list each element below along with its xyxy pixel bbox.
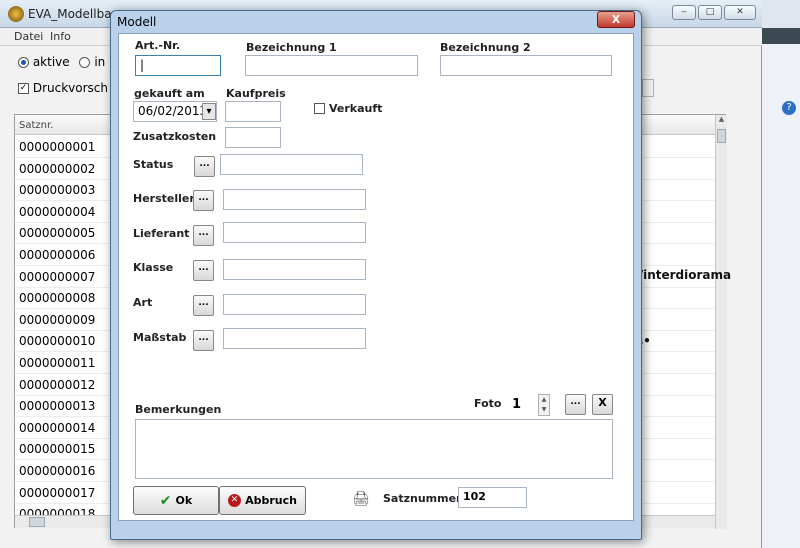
ok-button-label: Ok [175, 494, 193, 507]
ok-button[interactable]: ✔ Ok [133, 486, 219, 515]
cancel-button[interactable]: ✕ Abbruch [219, 486, 306, 515]
menu-info[interactable]: Info [50, 30, 71, 43]
art-nr-input[interactable]: | [135, 55, 221, 76]
status-lookup-button[interactable]: ... [194, 156, 215, 177]
lieferant-input[interactable] [223, 222, 366, 243]
maximize-button[interactable]: □ [698, 5, 722, 20]
app-icon [8, 6, 24, 22]
lieferant-lookup-button[interactable]: ... [193, 225, 214, 246]
radio-aktive[interactable] [18, 57, 29, 68]
menu-datei[interactable]: Datei [14, 30, 43, 43]
print-preview-checkbox[interactable]: ✓ [18, 83, 29, 94]
label-bezeichnung-2: Bezeichnung 2 [440, 41, 531, 54]
foto-browse-button[interactable]: ... [565, 394, 586, 415]
label-bezeichnung-1: Bezeichnung 1 [246, 41, 337, 54]
label-massstab: Maßstab [133, 331, 187, 344]
status-input[interactable] [220, 154, 363, 175]
klasse-lookup-button[interactable]: ... [193, 260, 214, 281]
bezeichnung-1-input[interactable] [245, 55, 418, 76]
filter-radio-group: aktive in [18, 55, 105, 69]
dialog-title: Modell [117, 15, 157, 29]
satznummer-field: 102 [458, 487, 527, 508]
cancel-icon: ✕ [228, 494, 242, 507]
background-window-edge [762, 44, 800, 548]
horizontal-scroll-thumb[interactable] [29, 517, 45, 527]
massstab-lookup-button[interactable]: ... [193, 330, 214, 351]
close-main-button[interactable]: ✕ [724, 5, 756, 20]
label-bemerkungen: Bemerkungen [135, 403, 222, 416]
label-foto: Foto [474, 397, 502, 410]
dialog-close-button[interactable]: X [597, 11, 635, 28]
label-lieferant: Lieferant [133, 227, 190, 240]
art-input[interactable] [223, 294, 366, 315]
bezeichnung-2-input[interactable] [440, 55, 612, 76]
chevron-down-icon[interactable]: ▾ [202, 103, 216, 120]
label-art: Art [133, 296, 153, 309]
cancel-button-label: Abbruch [245, 494, 297, 507]
label-verkauft: Verkauft [329, 102, 383, 115]
foto-number-input[interactable]: 1 [507, 394, 537, 415]
hersteller-lookup-button[interactable]: ... [193, 190, 214, 211]
print-preview-label: Druckvorsch [32, 81, 108, 95]
label-kaufpreis: Kaufpreis [226, 87, 286, 100]
printer-icon[interactable]: 🖨 [352, 491, 370, 507]
foto-spinner[interactable]: ▲ ▼ [538, 394, 550, 416]
spin-up-icon[interactable]: ▲ [539, 395, 549, 405]
grid-vertical-scrollbar[interactable]: ▲ [715, 115, 727, 529]
art-lookup-button[interactable]: ... [193, 295, 214, 316]
spin-down-icon[interactable]: ▼ [539, 405, 549, 415]
bemerkungen-textarea[interactable] [135, 419, 613, 479]
minimize-button[interactable]: ‒ [672, 5, 696, 20]
label-status: Status [133, 158, 174, 171]
label-art-nr: Art.-Nr. [135, 39, 181, 52]
print-preview-checkbox-row: ✓ Druckvorsch [18, 81, 108, 95]
label-klasse: Klasse [133, 261, 174, 274]
checkmark-icon: ✔ [159, 492, 172, 509]
radio-inaktive-label: in [94, 55, 106, 69]
vertical-scroll-thumb[interactable] [717, 129, 726, 143]
radio-aktive-label: aktive [32, 55, 70, 69]
help-icon[interactable]: ? [782, 101, 796, 115]
label-gekauft-am: gekauft am [134, 87, 205, 100]
purchase-date-value: 06/02/2013 [138, 104, 208, 118]
verkauft-checkbox[interactable] [314, 103, 325, 114]
radio-inaktive[interactable] [79, 57, 91, 68]
label-satznummer: Satznummer [383, 492, 462, 505]
scroll-up-arrow-icon[interactable]: ▲ [716, 115, 727, 127]
label-hersteller: Hersteller [133, 192, 195, 205]
toolbar-spinner[interactable] [642, 79, 654, 97]
zusatzkosten-input[interactable] [225, 127, 281, 148]
klasse-input[interactable] [223, 259, 366, 280]
foto-delete-button[interactable]: X [592, 394, 613, 415]
massstab-input[interactable] [223, 328, 366, 349]
hersteller-input[interactable] [223, 189, 366, 210]
kaufpreis-input[interactable] [225, 101, 281, 122]
label-zusatzkosten: Zusatzkosten [133, 130, 217, 143]
grid-cell-text: Vinterdiorama [634, 268, 732, 282]
